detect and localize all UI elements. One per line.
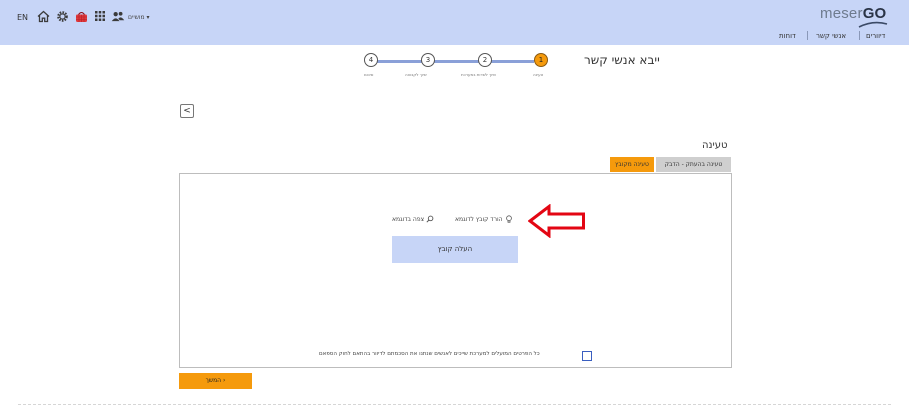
upload-panel	[179, 173, 732, 368]
wizard-step-3-label: שיוך לקבוצה	[405, 72, 427, 77]
apps-grid-icon[interactable]	[93, 9, 107, 23]
language-switch[interactable]: EN	[17, 13, 28, 22]
top-header: EN מושיים ▾ meserGO דוחות אנשי קשר דיוור…	[0, 0, 909, 45]
logo-swoosh	[858, 21, 888, 28]
wizard-step-4: 4	[364, 53, 378, 67]
gear-icon[interactable]	[55, 9, 69, 23]
logo-text: meser	[820, 5, 863, 22]
page-title: ייבא אנשי קשר	[584, 53, 660, 67]
search-icon	[426, 215, 434, 223]
logo-text-go: GO	[862, 5, 887, 22]
continue-button[interactable]: המשך ›	[179, 373, 252, 389]
wizard-progress-line	[372, 60, 534, 63]
consent-checkbox[interactable]	[582, 351, 592, 361]
annotation-arrow-icon	[528, 204, 585, 238]
nav-mailings[interactable]: דיוורים	[866, 32, 885, 40]
wizard-step-1-label: טעינה	[533, 72, 544, 77]
section-title: טעינה	[702, 140, 728, 151]
tab-copy-paste[interactable]: טעינה בהעתק - הדבק	[656, 157, 731, 172]
upload-file-button[interactable]: העלה קובץ	[392, 236, 518, 263]
wizard-step-2-label: שיוך לשדות במערכת	[461, 72, 497, 77]
back-button[interactable]: <	[180, 104, 194, 118]
wizard-step-2: 2	[478, 53, 492, 67]
download-sample-link[interactable]: הורד קובץ לדוגמא	[455, 215, 513, 223]
nav-divider	[807, 31, 808, 40]
nav-contacts[interactable]: אנשי קשר	[816, 32, 846, 40]
account-dropdown[interactable]: מושיים ▾	[128, 14, 150, 21]
basket-icon[interactable]	[74, 9, 88, 23]
lightbulb-icon	[505, 215, 512, 223]
home-icon[interactable]	[36, 9, 50, 23]
users-icon[interactable]	[111, 9, 125, 23]
view-sample-label: צפה בדוגמא	[392, 215, 425, 223]
logo: meserGO	[820, 4, 886, 22]
wizard-step-3: 3	[421, 53, 435, 67]
wizard-step-1: 1	[534, 53, 548, 67]
nav-reports[interactable]: דוחות	[779, 32, 796, 40]
footer-divider	[18, 404, 891, 405]
view-sample-link[interactable]: צפה בדוגמא	[392, 215, 434, 223]
download-sample-label: הורד קובץ לדוגמא	[455, 215, 503, 223]
consent-text: כל הפרטים המועלים למערכת שייכים לאנשים ש…	[319, 351, 540, 357]
tab-load-from-file[interactable]: טעינה מקובץ	[610, 157, 654, 172]
wizard-step-4-label: סיכום	[364, 72, 374, 77]
nav-divider	[859, 31, 860, 40]
